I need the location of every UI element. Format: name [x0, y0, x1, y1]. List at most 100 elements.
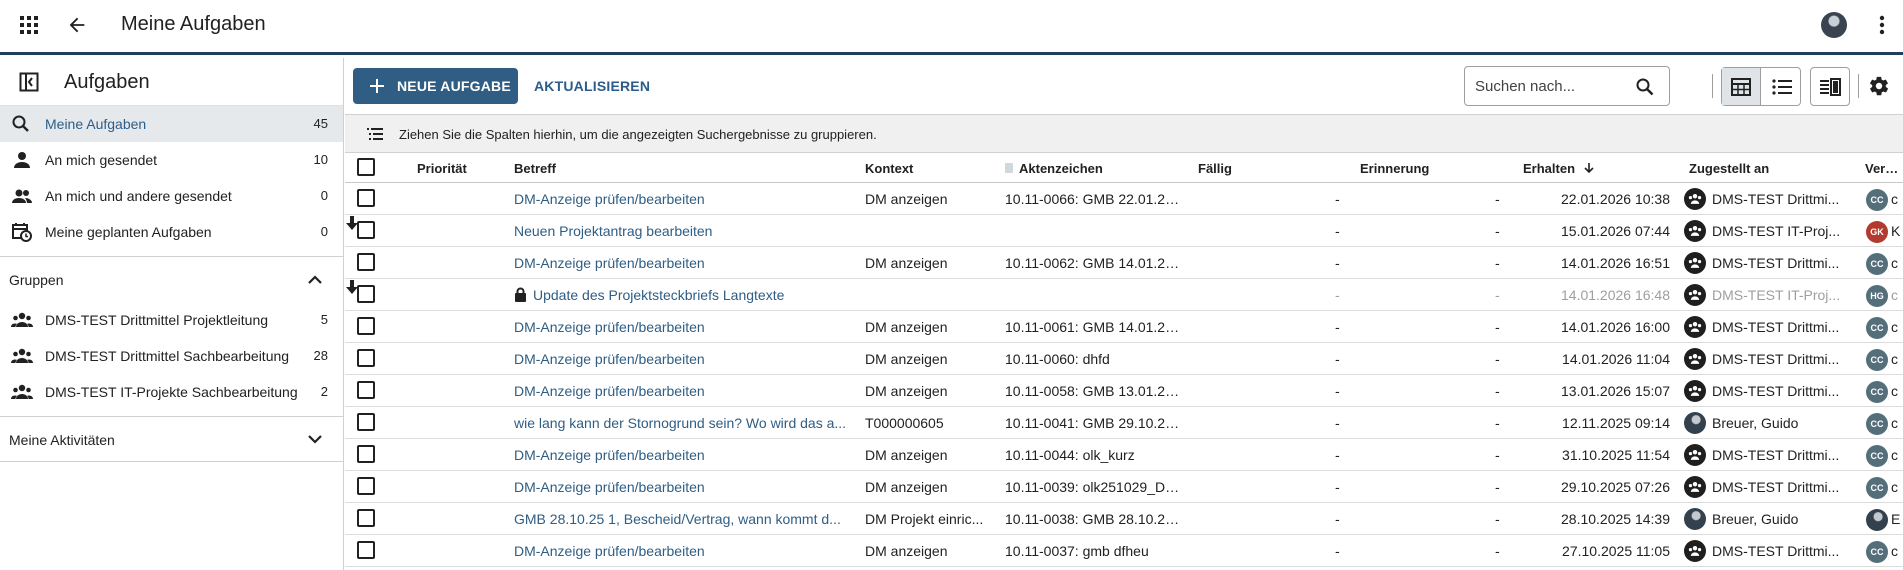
row-checkbox[interactable]	[357, 541, 375, 559]
aktenzeichen-cell: 10.11-0061: GMB 14.01.20...	[1005, 319, 1180, 335]
group-drop-zone[interactable]: Ziehen Sie die Spalten hierhin, um die a…	[345, 115, 1903, 153]
table-row[interactable]: Update des Projektsteckbriefs Langtexte -…	[345, 279, 1903, 311]
sidebar-group-projektleitung[interactable]: DMS-TEST Drittmittel Projektleitung 5	[0, 302, 343, 338]
betreff-link[interactable]: GMB 28.10.25 1, Bescheid/Vertrag, wann k…	[514, 511, 854, 527]
zugestellt-cell: DMS-TEST Drittmi...	[1712, 447, 1840, 463]
aktenzeichen-cell: 10.11-0058: GMB 13.01.20...	[1005, 383, 1180, 399]
betreff-link[interactable]: DM-Anzeige prüfen/bearbeiten	[514, 543, 854, 559]
row-checkbox[interactable]	[357, 381, 375, 399]
table-header: Priorität Betreff Kontext Aktenzeichen F…	[345, 153, 1903, 183]
select-all-checkbox[interactable]	[357, 158, 375, 176]
betreff-link[interactable]: DM-Anzeige prüfen/bearbeiten	[514, 255, 854, 271]
apps-grid-icon[interactable]	[19, 15, 39, 35]
sidebar-title: Aufgaben	[64, 71, 150, 93]
kontext-cell: DM anzeigen	[865, 383, 948, 399]
sidebar-item-an-mich-gesendet[interactable]: An mich gesendet 10	[0, 142, 343, 178]
betreff-link[interactable]: Neuen Projektantrag bearbeiten	[514, 223, 854, 239]
sender-avatar: CC	[1866, 253, 1888, 275]
zugestellt-cell: Breuer, Guido	[1712, 415, 1799, 431]
zugestellt-cell: DMS-TEST Drittmi...	[1712, 383, 1840, 399]
row-checkbox[interactable]	[357, 317, 375, 335]
column-header-kontext[interactable]: Kontext	[865, 161, 993, 176]
sidebar-item-an-mich-und-andere[interactable]: An mich und andere gesendet 0	[0, 178, 343, 214]
sidebar-item-meine-geplanten-aufgaben[interactable]: Meine geplanten Aufgaben 0	[0, 214, 343, 250]
table-view-button[interactable]	[1722, 68, 1761, 105]
table-row[interactable]: Neuen Projektantrag bearbeiten - - 15.01.20…	[345, 215, 1903, 247]
aktenzeichen-cell: 10.11-0037: gmb dfheu	[1005, 543, 1149, 559]
table-row[interactable]: DM-Anzeige prüfen/bearbeiten DM anzeigen 1…	[345, 375, 1903, 407]
sidebar-item-meine-aufgaben[interactable]: Meine Aufgaben 45	[0, 106, 343, 142]
column-header-aktenzeichen[interactable]: Aktenzeichen	[1005, 161, 1180, 176]
recipient-avatar	[1684, 316, 1706, 338]
refresh-button[interactable]: AKTUALISIEREN	[534, 78, 650, 94]
table-row[interactable]: wie lang kann der Stornogrund sein? Wo w…	[345, 407, 1903, 439]
table-row[interactable]: DM-Anzeige prüfen/bearbeiten DM anzeigen 1…	[345, 343, 1903, 375]
table-row[interactable]: DM-Anzeige prüfen/bearbeiten DM anzeigen 1…	[345, 471, 1903, 503]
betreff-link[interactable]: DM-Anzeige prüfen/bearbeiten	[514, 319, 854, 335]
table-row[interactable]: DM-Anzeige prüfen/bearbeiten DM anzeigen 1…	[345, 247, 1903, 279]
search-input[interactable]	[1475, 76, 1625, 96]
table-row[interactable]: DM-Anzeige prüfen/bearbeiten DM anzeigen 1…	[345, 183, 1903, 215]
table-row[interactable]: GMB 28.10.25 1, Bescheid/Vertrag, wann k…	[345, 503, 1903, 535]
betreff-link[interactable]: wie lang kann der Stornogrund sein? Wo w…	[514, 415, 854, 431]
erinnerung-cell: -	[1495, 191, 1500, 207]
row-checkbox[interactable]	[357, 285, 375, 303]
column-header-label: Erhalten	[1523, 161, 1576, 176]
row-checkbox[interactable]	[357, 189, 375, 207]
row-checkbox[interactable]	[357, 445, 375, 463]
column-header-prioritaet[interactable]: Priorität	[417, 161, 487, 176]
list-view-button[interactable]	[1762, 68, 1801, 105]
column-header-erinnerung[interactable]: Erinnerung	[1360, 161, 1429, 176]
sidebar-group-drittmittel-sachbearbeitung[interactable]: DMS-TEST Drittmittel Sachbearbeitung 28	[0, 338, 343, 374]
betreff-link[interactable]: DM-Anzeige prüfen/bearbeiten	[514, 383, 854, 399]
gear-icon[interactable]	[1868, 75, 1890, 97]
sidebar-collapse-icon[interactable]	[19, 72, 39, 92]
kontext-cell: DM anzeigen	[865, 319, 948, 335]
row-checkbox[interactable]	[357, 349, 375, 367]
chevron-down-icon[interactable]	[307, 433, 323, 445]
sidebar-group-it-projekte[interactable]: DMS-TEST IT-Projekte Sachbearbeitung 2	[0, 374, 343, 410]
betreff-link[interactable]: DM-Anzeige prüfen/bearbeiten	[514, 351, 854, 367]
recipient-avatar	[1684, 220, 1706, 242]
betreff-link[interactable]: DM-Anzeige prüfen/bearbeiten	[514, 447, 854, 463]
faellig-cell: -	[1335, 415, 1340, 431]
betreff-link[interactable]: DM-Anzeige prüfen/bearbeiten	[514, 191, 854, 207]
row-checkbox[interactable]	[357, 253, 375, 271]
column-header-betreff[interactable]: Betreff	[514, 161, 854, 176]
column-header-erhalten[interactable]: Erhalten	[1523, 161, 1595, 176]
sender-name-cell: c	[1891, 543, 1898, 559]
kontext-cell: DM anzeigen	[865, 191, 948, 207]
sidebar-item-count: 5	[320, 312, 328, 327]
search-icon	[12, 115, 29, 132]
sidebar-section-gruppen[interactable]: Gruppen	[0, 256, 343, 302]
table-row[interactable]: DM-Anzeige prüfen/bearbeiten DM anzeigen 1…	[345, 439, 1903, 471]
betreff-link[interactable]: DM-Anzeige prüfen/bearbeiten	[514, 479, 854, 495]
sender-avatar: CC	[1866, 317, 1888, 339]
row-checkbox[interactable]	[357, 509, 375, 527]
erhalten-cell: 22.01.2026 10:38	[1561, 191, 1670, 207]
table-row[interactable]: DM-Anzeige prüfen/bearbeiten DM anzeigen 1…	[345, 535, 1903, 567]
faellig-cell: -	[1335, 191, 1340, 207]
column-header-versender[interactable]: Versen	[1865, 161, 1903, 176]
zugestellt-cell: Breuer, Guido	[1712, 511, 1799, 527]
preview-panel-button[interactable]	[1810, 67, 1850, 106]
sender-name-cell: c	[1891, 415, 1898, 431]
row-checkbox[interactable]	[357, 477, 375, 495]
sort-descending-icon[interactable]	[1583, 162, 1595, 174]
back-arrow-icon[interactable]	[66, 14, 88, 36]
sidebar-section-aktivitaeten[interactable]: Meine Aktivitäten	[0, 416, 343, 462]
user-avatar[interactable]	[1821, 12, 1847, 38]
main-content: NEUE AUFGABE AKTUALISIEREN Suchen nach..…	[345, 58, 1903, 570]
faellig-cell: -	[1335, 543, 1340, 559]
chevron-up-icon[interactable]	[307, 273, 323, 285]
betreff-link[interactable]: Update des Projektsteckbriefs Langtexte	[514, 287, 854, 303]
row-checkbox[interactable]	[357, 413, 375, 431]
search-icon[interactable]	[1635, 77, 1655, 97]
more-vertical-icon[interactable]	[1879, 14, 1885, 36]
sidebar-item-label: DMS-TEST Drittmittel Projektleitung	[45, 312, 269, 328]
column-header-faellig[interactable]: Fällig	[1198, 161, 1232, 176]
table-row[interactable]: DM-Anzeige prüfen/bearbeiten DM anzeigen 1…	[345, 311, 1903, 343]
row-checkbox[interactable]	[357, 221, 375, 239]
new-task-button[interactable]: NEUE AUFGABE	[353, 68, 518, 104]
column-header-zugestellt[interactable]: Zugestellt an	[1689, 161, 1769, 176]
